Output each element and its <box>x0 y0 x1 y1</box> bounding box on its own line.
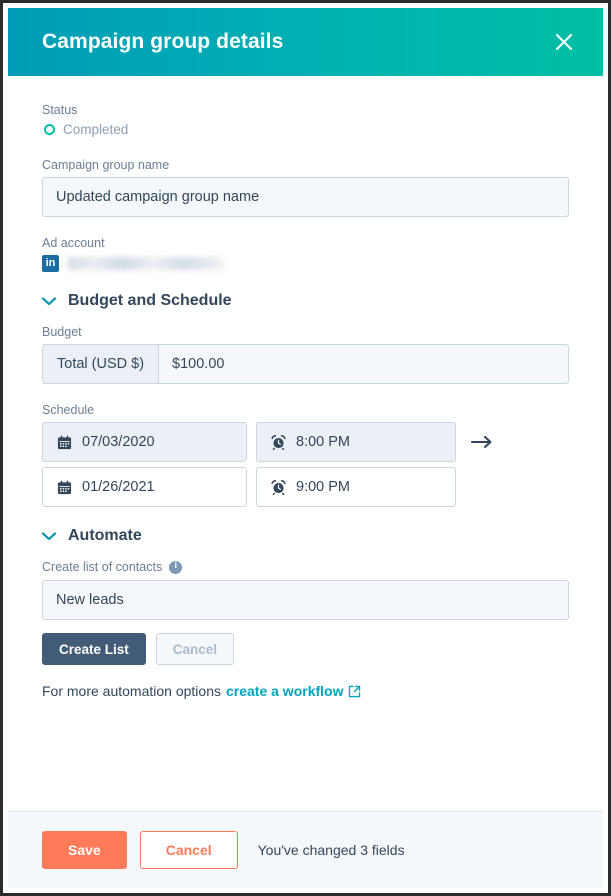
schedule-row-end: 01/26/2021 9:00 PM <box>42 467 569 507</box>
section-header-budget-schedule[interactable]: Budget and Schedule <box>42 292 569 310</box>
create-list-label-row: Create list of contacts i <box>42 559 569 575</box>
section-title-budget-schedule: Budget and Schedule <box>68 292 232 309</box>
ad-account-label: Ad account <box>42 236 105 250</box>
automate-button-row: Create List Cancel <box>42 633 569 665</box>
ad-account-field: Ad account in <box>42 235 569 272</box>
arrow-right-icon <box>465 435 493 449</box>
status-ring-icon <box>44 124 55 135</box>
status-field: Status Completed <box>42 102 569 137</box>
end-date-value: 01/26/2021 <box>82 479 155 495</box>
calendar-icon <box>57 480 72 495</box>
changed-fields-status: You've changed 3 fields <box>257 842 405 858</box>
chevron-down-icon <box>42 296 56 306</box>
modal-body: Status Completed Campaign group name Upd… <box>8 76 603 811</box>
start-date-value: 07/03/2020 <box>82 434 155 450</box>
schedule-label: Schedule <box>42 403 95 417</box>
status-label: Status <box>42 103 78 117</box>
campaign-group-name-field: Campaign group name Updated campaign gro… <box>42 157 569 217</box>
modal-header: Campaign group details <box>8 8 603 76</box>
start-date-input[interactable]: 07/03/2020 <box>42 422 247 462</box>
linkedin-icon: in <box>42 255 59 272</box>
cancel-button[interactable]: Cancel <box>139 831 238 869</box>
info-icon[interactable]: i <box>169 560 183 574</box>
automation-note-text: For more automation options <box>42 683 221 699</box>
page-title: Campaign group details <box>42 30 284 53</box>
status-value: Completed <box>63 122 129 137</box>
automate-cancel-button[interactable]: Cancel <box>155 633 235 665</box>
chevron-down-icon <box>42 531 56 541</box>
campaign-group-name-label: Campaign group name <box>42 158 170 172</box>
create-list-field: Create list of contacts i New leads <box>42 559 569 620</box>
save-button[interactable]: Save <box>42 831 127 869</box>
budget-currency-prefix[interactable]: Total (USD $) <box>42 344 159 384</box>
create-list-input[interactable]: New leads <box>42 580 569 620</box>
budget-input-group: Total (USD $) $100.00 <box>42 344 569 384</box>
create-list-label: Create list of contacts <box>42 560 163 574</box>
section-title-automate: Automate <box>68 527 142 544</box>
end-time-value: 9:00 PM <box>296 479 350 495</box>
schedule-field: Schedule 07/03/2020 8:00 PM 01/26/2021 9… <box>42 402 569 507</box>
close-icon[interactable] <box>547 25 581 59</box>
end-date-input[interactable]: 01/26/2021 <box>42 467 247 507</box>
start-time-input[interactable]: 8:00 PM <box>256 422 456 462</box>
end-time-input[interactable]: 9:00 PM <box>256 467 456 507</box>
ad-account-name-redacted <box>67 257 225 270</box>
schedule-row-start: 07/03/2020 8:00 PM <box>42 422 569 462</box>
start-time-value: 8:00 PM <box>296 434 350 450</box>
create-workflow-link[interactable]: create a workflow <box>226 683 344 699</box>
create-list-button[interactable]: Create List <box>42 633 146 665</box>
ad-account-value: in <box>42 255 569 272</box>
schedule-rows: 07/03/2020 8:00 PM 01/26/2021 9:00 PM <box>42 422 569 507</box>
budget-amount-input[interactable]: $100.00 <box>158 344 569 384</box>
alarm-clock-icon <box>271 479 286 495</box>
budget-label: Budget <box>42 325 82 339</box>
budget-field: Budget Total (USD $) $100.00 <box>42 324 569 384</box>
screenshot-frame: Campaign group details Status Completed … <box>0 0 611 896</box>
calendar-icon <box>57 435 72 450</box>
campaign-group-details-modal: Campaign group details Status Completed … <box>8 8 603 888</box>
campaign-group-name-input[interactable]: Updated campaign group name <box>42 177 569 217</box>
modal-footer: Save Cancel You've changed 3 fields <box>8 811 603 888</box>
status-badge: Completed <box>42 122 569 137</box>
automation-note: For more automation options create a wor… <box>42 683 569 699</box>
alarm-clock-icon <box>271 434 286 450</box>
section-header-automate[interactable]: Automate <box>42 527 569 545</box>
external-link-icon <box>348 685 361 698</box>
